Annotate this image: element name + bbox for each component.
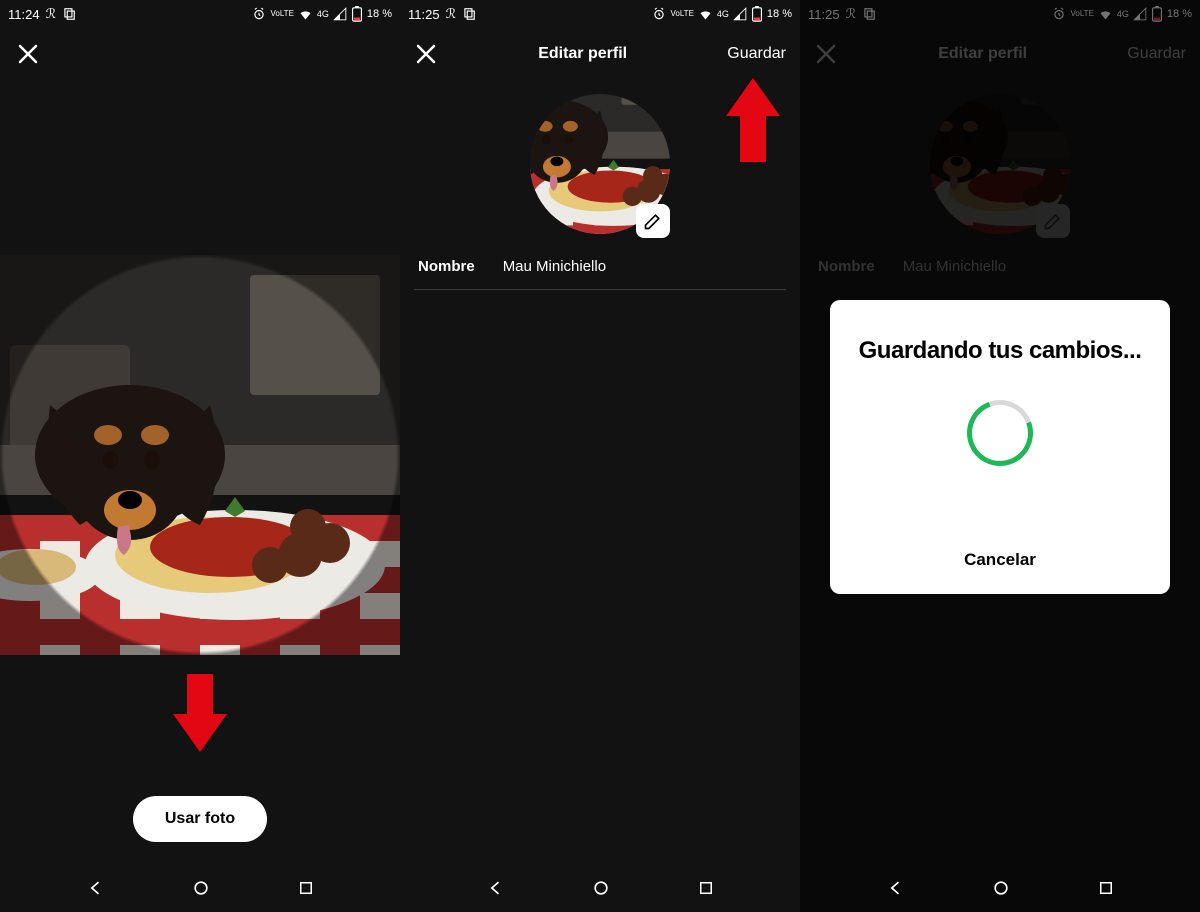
nav-home-icon[interactable] <box>591 878 611 898</box>
saving-modal: Guardando tus cambios... Cancelar <box>830 300 1170 594</box>
alarm-icon <box>252 7 266 21</box>
app-icon: ℛ <box>46 6 56 22</box>
signal-icon <box>333 7 347 21</box>
loading-spinner-icon <box>956 389 1044 477</box>
nav-back-icon[interactable] <box>86 878 106 898</box>
modal-overlay: Guardando tus cambios... Cancelar <box>800 0 1200 912</box>
edit-avatar-button[interactable] <box>636 204 670 238</box>
screen-choose-photo: 11:24 ℛ VoLTE 4G 18 % Usar foto <box>0 0 400 912</box>
wifi-icon <box>698 7 713 22</box>
android-nav-bar <box>0 864 400 912</box>
use-photo-button[interactable]: Usar foto <box>133 796 267 842</box>
photo-crop-preview[interactable] <box>0 255 400 655</box>
wifi-icon <box>298 7 313 22</box>
signal-icon <box>733 7 747 21</box>
nav-home-icon[interactable] <box>191 878 211 898</box>
volte-label: VoLTE <box>670 10 693 18</box>
battery-pct: 18 % <box>767 8 792 20</box>
save-button[interactable]: Guardar <box>727 45 786 63</box>
divider <box>414 289 786 290</box>
name-field-label: Nombre <box>418 258 475 275</box>
screen-saving: 11:25 ℛ VoLTE 4G 18 % Editar perfil Guar… <box>800 0 1200 912</box>
nav-recents-icon[interactable] <box>1097 879 1115 897</box>
page-title: Editar perfil <box>538 45 627 63</box>
network-label: 4G <box>317 9 329 19</box>
nav-back-icon[interactable] <box>886 878 906 898</box>
close-icon[interactable] <box>16 42 40 66</box>
nav-recents-icon[interactable] <box>297 879 315 897</box>
status-time: 11:25 <box>408 7 440 22</box>
screen-edit-profile: 11:25 ℛ VoLTE 4G 18 % Editar perfil Guar… <box>400 0 800 912</box>
battery-icon <box>751 6 763 22</box>
close-icon[interactable] <box>414 42 438 66</box>
status-bar: 11:25 ℛ VoLTE 4G 18 % <box>400 0 800 28</box>
alarm-icon <box>652 7 666 21</box>
network-label: 4G <box>717 9 729 19</box>
app-icon: ℛ <box>446 6 456 22</box>
pencil-icon <box>643 211 663 231</box>
volte-label: VoLTE <box>270 10 293 18</box>
modal-title: Guardando tus cambios... <box>859 336 1142 366</box>
battery-icon <box>351 6 363 22</box>
status-bar: 11:24 ℛ VoLTE 4G 18 % <box>0 0 400 28</box>
android-nav-bar <box>400 864 800 912</box>
nav-recents-icon[interactable] <box>697 879 715 897</box>
nav-home-icon[interactable] <box>991 878 1011 898</box>
name-field-value[interactable]: Mau Minichiello <box>503 258 606 275</box>
selected-photo <box>0 255 400 655</box>
nav-back-icon[interactable] <box>486 878 506 898</box>
battery-pct: 18 % <box>367 8 392 20</box>
cancel-button[interactable]: Cancelar <box>964 550 1036 570</box>
android-nav-bar <box>800 864 1200 912</box>
status-time: 11:24 <box>8 7 40 22</box>
annotation-arrow-down <box>173 674 227 752</box>
stack-icon <box>62 7 76 21</box>
stack-icon <box>462 7 476 21</box>
